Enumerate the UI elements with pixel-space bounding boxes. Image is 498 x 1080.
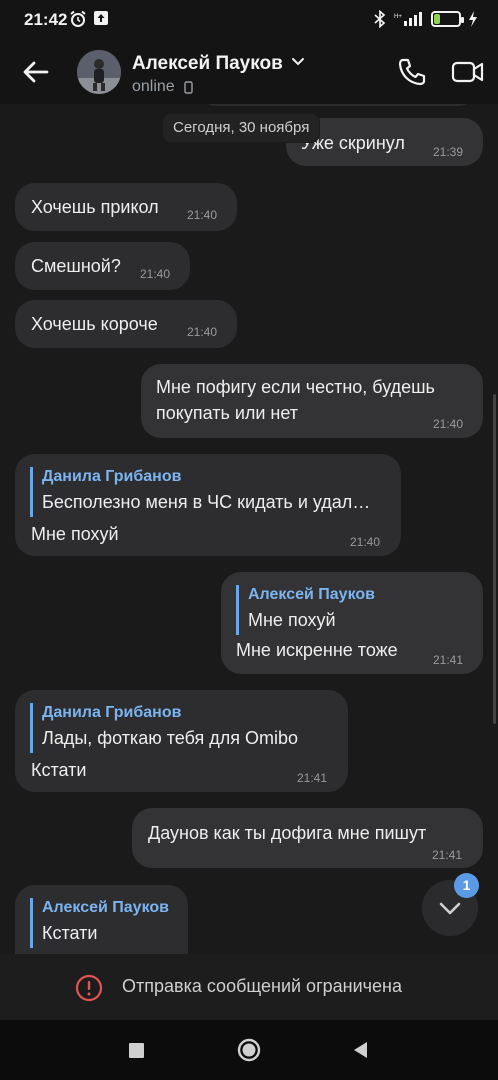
reply-text: Кстати (42, 923, 98, 943)
message-time: 21:40 (350, 535, 381, 549)
chevron-down-icon[interactable] (291, 56, 305, 68)
message-time: 21:40 (433, 417, 464, 431)
system-nav-bar (0, 1020, 498, 1080)
message-bubble[interactable] (200, 104, 475, 106)
reply-quote[interactable]: Данила Грибанов Лады, фоткаю тебя для Om… (30, 703, 298, 753)
reply-quote[interactable]: Алексей Пауков Мне похуй (236, 585, 375, 635)
contact-name[interactable]: Алексей Пауков (132, 53, 283, 75)
message-text: Мне искренне тоже (236, 640, 398, 660)
reply-author: Алексей Пауков (42, 899, 169, 916)
reply-text: Лады, фоткаю тебя для Omibo (42, 728, 298, 748)
message-bubble[interactable]: Мне пофигу если честно, будешь покупать … (141, 364, 483, 438)
message-time: 21:41 (433, 653, 464, 667)
message-time: 21:41 (297, 771, 328, 785)
message-text: Мне похуй (31, 524, 119, 544)
message-text: Хочешь прикол (31, 197, 159, 217)
reply-author: Данила Грибанов (42, 704, 182, 721)
reply-author: Алексей Пауков (248, 586, 375, 603)
reply-quote[interactable]: Данила Грибанов Бесполезно меня в ЧС кид… (30, 467, 370, 517)
message-text: Хочешь короче (31, 314, 158, 334)
message-text-line: покупать или нет (156, 403, 299, 423)
message-bubble[interactable]: Данила Грибанов Бесполезно меня в ЧС кид… (15, 454, 401, 556)
reply-text: Бесполезно меня в ЧС кидать и удал… (42, 492, 371, 512)
reply-text: Мне похуй (248, 610, 336, 630)
message-bubble[interactable]: Алексей Пауков Мне похуй Мне искренне то… (221, 572, 483, 674)
message-text: Даунов как ты дофига мне пишут (148, 823, 427, 843)
message-text: Кстати (31, 760, 87, 780)
message-time: 21:39 (433, 145, 464, 159)
video-call-icon[interactable] (451, 57, 485, 87)
message-list[interactable]: Уже скринул 21:39 Сегодня, 30 ноября Хоч… (0, 104, 498, 954)
scrollbar[interactable] (493, 394, 496, 724)
upload-icon (94, 11, 108, 25)
battery-percent: 22 (439, 12, 453, 24)
message-bubble[interactable]: Даунов как ты дофига мне пишут 21:41 (132, 808, 483, 868)
message-bubble[interactable]: Алексей Пауков Кстати (15, 885, 188, 954)
message-bubble[interactable]: Хочешь прикол 21:40 (15, 183, 237, 231)
date-separator: Сегодня, 30 ноября (163, 114, 320, 142)
chat-header: Алексей Пауков online (0, 40, 498, 104)
message-bubble[interactable]: Хочешь короче 21:40 (15, 300, 237, 348)
avatar[interactable] (77, 50, 121, 94)
reply-author: Данила Грибанов (42, 468, 182, 485)
back-icon[interactable] (351, 1040, 369, 1060)
message-text-line: Мне пофигу если честно, будешь (156, 377, 435, 397)
phone-call-icon[interactable] (396, 56, 428, 88)
status-time: 21:42 (24, 10, 68, 29)
message-time: 21:40 (140, 267, 171, 281)
message-text: Смешной? (31, 256, 121, 276)
reply-quote[interactable]: Алексей Пауков Кстати (30, 898, 169, 948)
back-arrow-icon[interactable] (20, 56, 52, 88)
message-bubble[interactable]: Смешной? 21:40 (15, 242, 190, 290)
restriction-text: Отправка сообщений ограничена (122, 976, 402, 996)
battery-icon: 22 (431, 11, 464, 27)
signal-icon: H+ (394, 12, 422, 26)
bluetooth-icon (374, 10, 386, 28)
message-time: 21:40 (187, 208, 218, 222)
restriction-bar: Отправка сообщений ограничена (0, 954, 498, 1020)
mobile-device-icon (184, 81, 193, 94)
contact-status: online (132, 78, 175, 95)
message-time: 21:40 (187, 325, 218, 339)
home-icon[interactable] (237, 1038, 261, 1062)
svg-text:H+: H+ (394, 14, 402, 20)
unread-badge[interactable]: 1 (454, 873, 479, 898)
status-bar: 21:42 H+ 22 (0, 0, 498, 40)
message-time: 21:41 (432, 848, 463, 862)
message-bubble[interactable]: Данила Грибанов Лады, фоткаю тебя для Om… (15, 690, 348, 792)
charging-icon (469, 11, 477, 27)
recent-apps-icon[interactable] (129, 1043, 144, 1058)
warning-icon (75, 974, 103, 1002)
alarm-icon (70, 10, 86, 27)
